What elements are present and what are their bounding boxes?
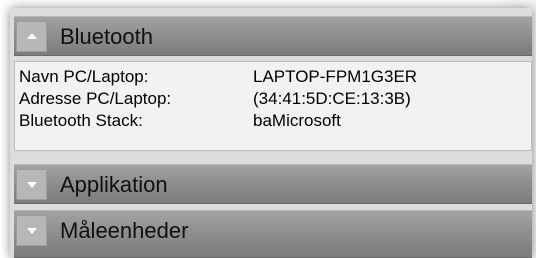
chevron-down-icon	[27, 182, 37, 188]
detail-value: (34:41:5D:CE:13:3B)	[253, 89, 411, 108]
section-title-applikation: Applikation	[60, 172, 168, 197]
detail-value: LAPTOP-FPM1G3ER	[253, 67, 418, 86]
detail-value: baMicrosoft	[253, 111, 341, 130]
section-header-maaleenheder[interactable]: Måleenheder	[14, 210, 532, 258]
detail-key: Adresse PC/Laptop:	[19, 89, 172, 108]
section-header-applikation[interactable]: Applikation	[14, 164, 532, 204]
detail-key: Bluetooth Stack:	[19, 111, 143, 130]
section-title-maaleenheder: Måleenheder	[60, 218, 189, 243]
settings-panel: Bluetooth Navn PC/Laptop: LAPTOP-FPM1G3E…	[10, 8, 532, 258]
chevron-down-icon	[27, 228, 37, 234]
bluetooth-details: Navn PC/Laptop: LAPTOP-FPM1G3ER Adresse …	[14, 61, 532, 151]
chevron-up-icon	[27, 33, 37, 39]
expand-toggle-maaleenheder[interactable]	[16, 215, 47, 246]
detail-key: Navn PC/Laptop:	[19, 67, 149, 86]
expand-toggle-applikation[interactable]	[16, 169, 47, 200]
section-title-bluetooth: Bluetooth	[60, 24, 153, 49]
window-frame: Bluetooth Navn PC/Laptop: LAPTOP-FPM1G3E…	[0, 0, 536, 258]
collapse-toggle-bluetooth[interactable]	[16, 21, 47, 52]
section-header-bluetooth[interactable]: Bluetooth	[14, 16, 532, 56]
